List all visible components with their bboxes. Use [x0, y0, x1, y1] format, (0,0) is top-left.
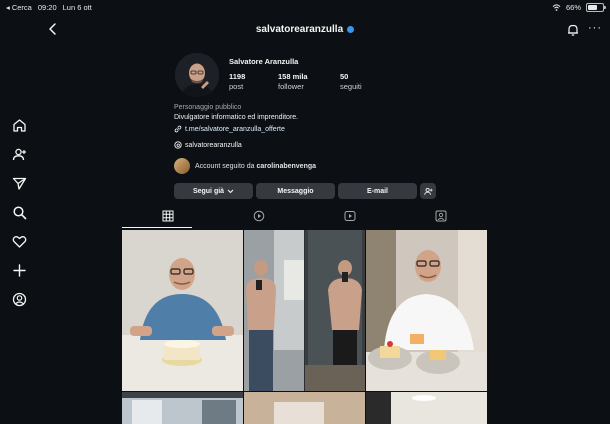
heart-icon[interactable]: [12, 234, 27, 249]
post-thumbnail[interactable]: [244, 230, 365, 391]
profile-icon[interactable]: [12, 292, 27, 307]
more-options-icon[interactable]: ···: [588, 22, 602, 34]
plus-icon[interactable]: [12, 263, 27, 278]
add-user-icon[interactable]: [12, 147, 27, 162]
post-thumbnail[interactable]: [122, 392, 243, 424]
followed-by-user: carolinabenvenga: [256, 162, 317, 170]
profile-name: Salvatore Aranzulla: [229, 57, 299, 66]
stat-following-value: 50: [340, 72, 349, 81]
profile-link[interactable]: t.me/salvatore_aranzulla_offerte: [174, 125, 285, 133]
following-button[interactable]: Segui già: [174, 183, 253, 199]
post-thumbnail[interactable]: [366, 230, 487, 391]
home-icon[interactable]: [12, 118, 27, 133]
verified-badge-icon: [347, 25, 355, 33]
battery-percent: 66%: [565, 3, 581, 12]
threads-handle: salvatorearanzulla: [185, 141, 242, 149]
post-image: [122, 230, 243, 391]
profile-link-text: t.me/salvatore_aranzulla_offerte: [185, 125, 285, 133]
stat-followers-label: follower: [278, 82, 304, 91]
chevron-down-icon: [227, 189, 234, 193]
send-icon[interactable]: [12, 176, 27, 191]
battery-icon: [586, 3, 606, 12]
post-thumbnail[interactable]: [244, 392, 365, 424]
post-image: [244, 392, 365, 424]
back-to-search-link[interactable]: ◂ Cerca: [6, 3, 32, 12]
stat-following[interactable]: 50 seguiti: [340, 72, 362, 92]
stat-followers[interactable]: 158 mila follower: [278, 72, 308, 92]
threads-icon: [174, 141, 182, 149]
active-tab-indicator: [122, 227, 192, 228]
status-date: Lun 6 ott: [62, 3, 92, 12]
profile-bio: Divulgatore informatico ed imprenditore.: [174, 114, 299, 121]
post-image: [366, 230, 487, 391]
threads-badge[interactable]: salvatorearanzulla: [174, 141, 242, 149]
status-time: 09:20: [37, 3, 57, 12]
tab-video-icon[interactable]: [344, 210, 356, 222]
follower-avatar: [174, 158, 190, 174]
post-thumbnail[interactable]: [122, 230, 243, 391]
following-button-label: Segui già: [192, 187, 225, 195]
tab-grid-icon[interactable]: [162, 210, 174, 222]
add-user-icon: [423, 187, 433, 195]
post-image: [122, 392, 243, 424]
followed-by[interactable]: Account seguito da carolinabenvenga: [174, 158, 316, 174]
link-icon: [174, 125, 182, 133]
tab-reels-icon[interactable]: [253, 210, 265, 222]
suggested-users-button[interactable]: [420, 183, 436, 199]
email-button-label: E-mail: [366, 187, 388, 195]
header-username: salvatorearanzulla: [0, 24, 610, 35]
post-thumbnail[interactable]: [366, 392, 487, 424]
post-image: [366, 392, 487, 424]
stat-posts-label: post: [229, 82, 244, 91]
message-button[interactable]: Messaggio: [256, 183, 335, 199]
email-button[interactable]: E-mail: [338, 183, 417, 199]
message-button-label: Messaggio: [277, 187, 314, 195]
stat-posts-value: 1198: [229, 72, 246, 81]
profile-avatar[interactable]: [175, 53, 219, 97]
search-icon[interactable]: [12, 205, 27, 220]
tab-tagged-icon[interactable]: [435, 210, 447, 222]
status-bar: ◂ Cerca 09:20 Lun 6 ott 66%: [0, 0, 610, 16]
bell-icon[interactable]: [566, 23, 580, 37]
header-username-text: salvatorearanzulla: [255, 24, 344, 35]
profile-category: Personaggio pubblico: [174, 104, 242, 111]
wifi-icon: [552, 4, 561, 11]
followed-by-text: Account seguito da carolinabenvenga: [195, 162, 317, 170]
stat-following-label: seguiti: [340, 82, 362, 91]
stat-followers-value: 158 mila: [278, 72, 308, 81]
stat-posts[interactable]: 1198 post: [229, 72, 245, 92]
avatar-photo: [175, 53, 219, 97]
post-image: [244, 230, 365, 391]
